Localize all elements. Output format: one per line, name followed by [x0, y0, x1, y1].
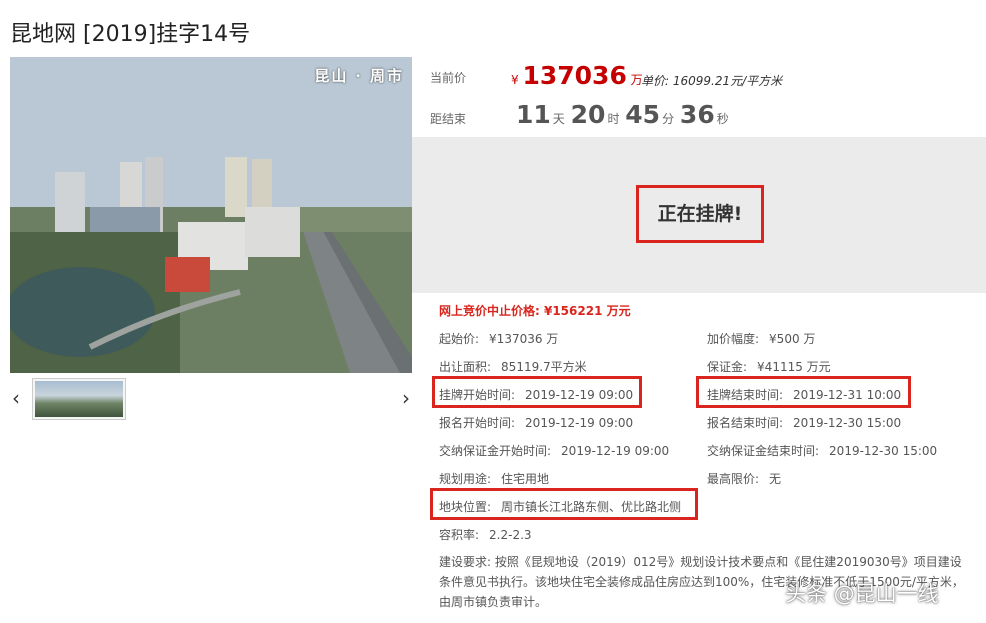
countdown-seconds: 36 [679, 100, 715, 129]
unit-price: 单价: 16099.21元/平方米 [641, 72, 782, 89]
status-badge: 正在挂牌! [636, 185, 764, 243]
field-value: ¥500 万 [769, 332, 816, 346]
unit-price-label: 单价: [641, 74, 673, 88]
max-price-field: 最高限价: 无 [707, 470, 781, 487]
location-field: 地块位置: 周市镇长江北路东侧、优比路北侧 [439, 498, 681, 515]
deposit-start-field: 交纳保证金开始时间: 2019-12-19 09:00 [439, 442, 669, 459]
field-value: 2.2-2.3 [489, 528, 532, 542]
minutes-unit: 分 [662, 112, 675, 126]
field-value: 周市镇长江北路东侧、优比路北侧 [501, 500, 682, 514]
stop-price: 网上竞价中止价格: ¥156221 万元 [439, 304, 631, 318]
chevron-right-icon[interactable]: › [402, 386, 410, 410]
field-label: 最高限价: [707, 472, 760, 486]
field-value: ¥41115 万元 [757, 360, 831, 374]
field-label: 规划用途: [439, 472, 492, 486]
reg-start-field: 报名开始时间: 2019-12-19 09:00 [439, 414, 633, 431]
price-amount: 137036 [522, 61, 627, 90]
reg-end-field: 报名结束时间: 2019-12-30 15:00 [707, 414, 901, 431]
currency-symbol: ¥ [511, 73, 519, 87]
field-label: 地块位置: [439, 500, 492, 514]
far-field: 容积率: 2.2-2.3 [439, 526, 532, 543]
field-value: 2019-12-19 09:00 [561, 444, 670, 458]
field-value: 住宅用地 [501, 472, 550, 486]
page-title: 昆地网 [2019]挂字14号 [10, 22, 251, 47]
countdown-label: 距结束 [430, 112, 467, 126]
countdown-hours: 20 [570, 100, 606, 129]
field-value: 2019-12-30 15:00 [829, 444, 938, 458]
seconds-unit: 秒 [716, 112, 729, 126]
aerial-city-image [10, 57, 412, 373]
field-label: 保证金: [707, 360, 748, 374]
hours-unit: 时 [607, 112, 620, 126]
watermark: 头条 @昆山一线 [785, 582, 939, 606]
days-unit: 天 [552, 112, 565, 126]
field-label: 出让面积: [439, 360, 492, 374]
field-value: 2019-12-30 15:00 [793, 416, 902, 430]
thumbnail[interactable] [32, 378, 126, 420]
field-value: 85119.7平方米 [501, 360, 587, 374]
deposit-end-field: 交纳保证金结束时间: 2019-12-30 15:00 [707, 442, 937, 459]
field-value: ¥137036 万 [489, 332, 559, 346]
listing-end-field: 挂牌结束时间: 2019-12-31 10:00 [707, 386, 901, 403]
field-label: 容积率: [439, 528, 480, 542]
countdown-days: 11 [516, 100, 551, 129]
increment-field: 加价幅度: ¥500 万 [707, 330, 815, 347]
field-label: 交纳保证金结束时间: [707, 444, 820, 458]
field-value: 无 [769, 472, 782, 486]
field-value: 2019-12-31 10:00 [793, 388, 902, 402]
photo-caption: 昆山 · 周市 [314, 67, 404, 85]
field-value: 2019-12-19 09:00 [525, 416, 634, 430]
deposit-field: 保证金: ¥41115 万元 [707, 358, 831, 375]
main-photo: 昆山 · 周市 [10, 57, 412, 373]
unit-price-value: 16099.21元/平方米 [672, 74, 783, 88]
countdown: 11 天 20 时 45 分 36 秒 [514, 100, 729, 129]
current-price-label: 当前价 [430, 71, 467, 85]
thumbnail-strip: ‹ › [10, 378, 412, 420]
field-value: 2019-12-19 09:00 [525, 388, 634, 402]
field-label: 挂牌结束时间: [707, 388, 784, 402]
listing-start-field: 挂牌开始时间: 2019-12-19 09:00 [439, 386, 633, 403]
field-label: 交纳保证金开始时间: [439, 444, 552, 458]
field-label: 报名结束时间: [707, 416, 784, 430]
field-label: 加价幅度: [707, 332, 760, 346]
start-price-field: 起始价: ¥137036 万 [439, 330, 558, 347]
field-label: 报名开始时间: [439, 416, 516, 430]
field-label: 起始价: [439, 332, 480, 346]
chevron-left-icon[interactable]: ‹ [12, 386, 20, 410]
area-field: 出让面积: 85119.7平方米 [439, 358, 587, 375]
usage-field: 规划用途: 住宅用地 [439, 470, 549, 487]
field-label: 挂牌开始时间: [439, 388, 516, 402]
current-price: ¥ 137036 万 [511, 61, 643, 90]
countdown-minutes: 45 [625, 100, 661, 129]
